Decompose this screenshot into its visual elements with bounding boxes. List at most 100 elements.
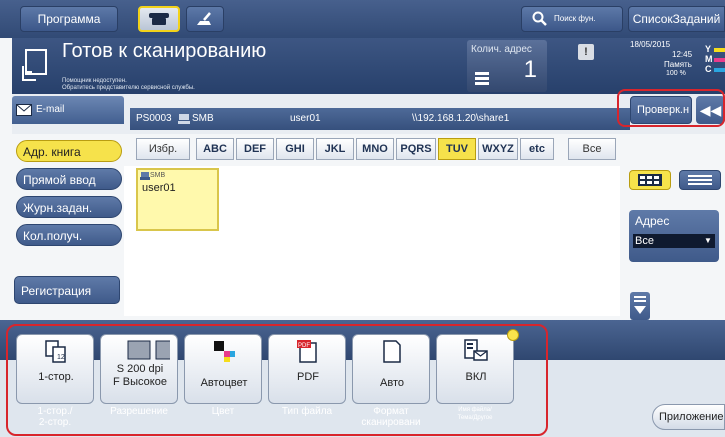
scroll-down-icon — [634, 296, 646, 314]
index-pqrs[interactable]: PQRS — [396, 138, 436, 160]
duplex-label: 1-стор./ 2-стор. — [37, 406, 73, 428]
status-time: 12:45 — [672, 50, 693, 59]
list-view-icon — [688, 175, 712, 185]
email-settings-icon — [464, 339, 488, 361]
toner-m-bar — [714, 58, 725, 62]
page-size-icon — [383, 340, 401, 363]
job-list-button[interactable]: СписокЗаданий — [628, 6, 725, 32]
scan-status-icon — [22, 49, 47, 81]
index-mno[interactable]: MNO — [356, 138, 394, 160]
side-nav-direct-input[interactable]: Прямой ввод — [16, 168, 122, 190]
duplex-icon: 12 — [45, 340, 66, 363]
scan-size-label: Формат сканировани — [361, 406, 421, 428]
fax-mode-button[interactable] — [186, 6, 224, 32]
envelope-icon — [16, 104, 32, 116]
search-function-label: Поиск фун. — [554, 14, 596, 23]
side-nav-job-log[interactable]: Журн.задан. — [16, 196, 122, 218]
smb-icon — [178, 114, 190, 124]
index-jkl[interactable]: JKL — [316, 138, 354, 160]
grid-view-button[interactable] — [629, 170, 671, 190]
svg-text:12: 12 — [57, 354, 65, 361]
duplex-key[interactable]: 12 1-стор. — [16, 334, 94, 404]
function-keys-highlight-frame: 12 1-стор. S 200 dpi F Высокое Автоцвет … — [6, 324, 548, 436]
address-filter[interactable]: Адрес Все ▼ — [629, 210, 719, 262]
side-nav-address-book[interactable]: Адр. книга — [16, 140, 122, 162]
counter-value: 1 — [523, 56, 537, 83]
device-status: 18/05/2015 12:45 Память 100 % Y M C — [618, 40, 725, 92]
destination-code: PS0003 — [136, 113, 172, 124]
email-tab[interactable]: E-mail — [12, 96, 124, 124]
resolution-key[interactable]: S 200 dpi F Высокое — [100, 334, 178, 404]
scan-size-value: Авто — [380, 377, 404, 389]
phone-mode-button[interactable] — [138, 6, 180, 32]
toner-c-bar — [714, 68, 725, 72]
index-favorites[interactable]: Избр. — [136, 138, 190, 160]
indicator-dot — [507, 329, 519, 341]
address-entry-name: user01 — [142, 182, 176, 194]
address-filter-label: Адрес — [635, 214, 670, 228]
scroll-down-button[interactable] — [630, 292, 650, 320]
index-ghi[interactable]: GHI — [276, 138, 314, 160]
smb-icon — [140, 172, 150, 180]
index-def[interactable]: DEF — [236, 138, 274, 160]
top-bar: Программа Поиск фун. СписокЗаданий — [0, 0, 725, 38]
address-list: SMB user01 — [124, 166, 620, 316]
side-nav-recipient-count[interactable]: Кол.получ. — [16, 224, 122, 246]
address-filter-value: Все — [633, 234, 701, 248]
toner-c-letter: C — [705, 64, 712, 74]
email-settings-label: Имя файла/ Тема/Другое — [457, 407, 493, 421]
svg-text:PDF: PDF — [298, 343, 310, 349]
status-message-line1: Помощник недоступен. — [62, 78, 127, 84]
list-icon — [475, 72, 489, 85]
index-etc[interactable]: etc — [520, 138, 554, 160]
selected-destination[interactable]: PS0003 SMB user01 \\192.168.1.20\share1 — [130, 108, 630, 130]
destination-path: \\192.168.1.20\share1 — [412, 113, 510, 124]
memory-percent: 100 % — [666, 70, 686, 77]
chevron-down-icon: ▼ — [701, 234, 715, 248]
application-button[interactable]: Приложение — [652, 404, 725, 430]
register-button[interactable]: Регистрация — [14, 276, 120, 304]
warning-icon[interactable]: ! — [578, 44, 594, 60]
pdf-icon: PDF — [297, 340, 317, 363]
status-area: Готов к сканированию Помощник недоступен… — [12, 38, 725, 94]
email-tab-label: E-mail — [36, 104, 65, 115]
destination-counter: Колич. адрес 1 — [467, 40, 547, 92]
side-nav: Адр. книга Прямой ввод Журн.задан. Кол.п… — [12, 134, 122, 314]
index-abc[interactable]: ABC — [196, 138, 234, 160]
toner-y-bar — [714, 48, 725, 52]
file-type-value: PDF — [297, 371, 319, 383]
index-tuv[interactable]: TUV — [438, 138, 476, 160]
email-settings-value: ВКЛ — [465, 371, 487, 383]
screen: Программа Поиск фун. СписокЗаданий Готов… — [0, 0, 725, 437]
file-type-label: Тип файла — [281, 406, 333, 417]
address-entry-type: SMB — [150, 172, 166, 179]
search-icon — [532, 11, 547, 26]
email-settings-key[interactable]: ВКЛ — [436, 329, 519, 404]
counter-label: Колич. адрес — [471, 44, 532, 55]
destination-type: SMB — [192, 113, 214, 124]
duplex-value: 1-стор. — [38, 371, 74, 383]
memory-label: Память — [664, 60, 692, 69]
toner-m-letter: M — [705, 54, 713, 64]
toner-y-letter: Y — [705, 44, 712, 54]
color-label: Цвет — [211, 406, 235, 417]
index-wxyz[interactable]: WXYZ — [478, 138, 518, 160]
check-highlight-frame — [617, 89, 725, 127]
status-date: 18/05/2015 — [630, 40, 671, 49]
status-title: Готов к сканированию — [62, 40, 267, 62]
color-value: Автоцвет — [200, 377, 248, 389]
address-entry[interactable]: SMB user01 — [136, 168, 219, 231]
function-bar: 12 1-стор. S 200 dpi F Высокое Автоцвет … — [0, 320, 725, 437]
file-type-key[interactable]: PDF PDF — [268, 334, 346, 404]
scan-size-key[interactable]: Авто — [352, 334, 430, 404]
index-all[interactable]: Все — [568, 138, 616, 160]
status-message: Помощник недоступен. Обратитесь представ… — [62, 78, 195, 92]
resolution-value: S 200 dpi F Высокое — [113, 363, 167, 388]
program-button[interactable]: Программа — [20, 6, 118, 32]
list-view-button[interactable] — [679, 170, 721, 190]
handset-icon — [197, 12, 211, 25]
resolution-icon — [127, 340, 170, 360]
search-function-button[interactable]: Поиск фун. — [521, 6, 623, 32]
grid-view-icon — [638, 174, 662, 186]
color-key[interactable]: Автоцвет — [184, 334, 262, 404]
